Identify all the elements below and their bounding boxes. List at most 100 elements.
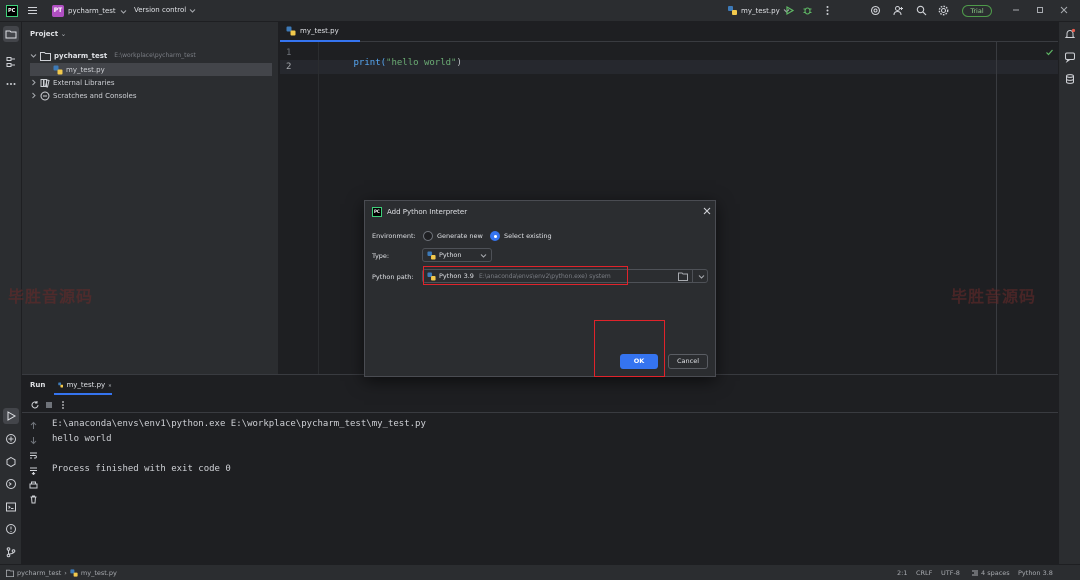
- environment-label: Environment:: [372, 232, 416, 240]
- more-actions-icon[interactable]: [822, 5, 833, 16]
- chevron-right-icon: [32, 79, 36, 86]
- run-toolbar: [22, 397, 1058, 413]
- version-control-menu[interactable]: Version control: [134, 6, 196, 14]
- print-icon[interactable]: [29, 481, 38, 490]
- browse-folder-icon[interactable]: [678, 272, 688, 281]
- line-number: 2: [286, 62, 292, 72]
- run-panel-title: Run: [30, 381, 46, 389]
- external-libraries-label: External Libraries: [53, 78, 115, 87]
- breadcrumb-project[interactable]: pycharm_test: [17, 569, 61, 577]
- more-tools-icon[interactable]: [3, 76, 19, 92]
- run-side-toolbar: [22, 415, 44, 565]
- project-folder-icon[interactable]: [3, 26, 19, 42]
- caret-position[interactable]: 2:1: [897, 569, 907, 577]
- no-problems-check-icon[interactable]: [1045, 48, 1054, 57]
- select-existing-radio[interactable]: [490, 231, 500, 241]
- breadcrumb-file[interactable]: my_test.py: [81, 569, 117, 577]
- scratches-icon: [40, 91, 50, 100]
- problems-icon[interactable]: [3, 521, 19, 537]
- code-line[interactable]: print("hello world"): [321, 48, 462, 78]
- debug-icon[interactable]: [802, 5, 813, 16]
- minimize-icon[interactable]: [1011, 5, 1021, 15]
- file-encoding[interactable]: UTF-8: [941, 569, 960, 577]
- restore-icon[interactable]: [1035, 5, 1045, 15]
- scroll-down-icon[interactable]: [29, 436, 38, 445]
- right-tool-stripe: [1058, 22, 1080, 564]
- close-tab-icon[interactable]: [108, 382, 112, 389]
- right-margin-guide: [996, 42, 997, 374]
- tree-item-file[interactable]: my_test.py: [30, 63, 272, 76]
- type-dropdown[interactable]: Python: [422, 248, 492, 262]
- close-icon[interactable]: [703, 207, 711, 215]
- editor-tab[interactable]: my_test.py: [280, 22, 360, 42]
- line-number: 1: [286, 48, 292, 58]
- chevron-down-icon: [120, 9, 127, 14]
- scroll-to-end-icon[interactable]: [29, 466, 38, 475]
- ai-chat-icon[interactable]: [1062, 49, 1078, 65]
- close-window-icon[interactable]: [1059, 5, 1069, 15]
- interpreter-indicator[interactable]: Python 3.8: [1018, 569, 1053, 577]
- title-bar: PC PT pycharm_test Version control my_te…: [0, 0, 1080, 22]
- terminal-icon[interactable]: [3, 499, 19, 515]
- console-line: Process finished with exit code 0: [52, 464, 231, 474]
- code-function: print(: [353, 58, 387, 68]
- trash-icon[interactable]: [29, 495, 38, 504]
- run-tab[interactable]: my_test.py: [54, 377, 112, 395]
- scroll-up-icon[interactable]: [29, 421, 38, 430]
- status-bar: pycharm_test › my_test.py 2:1 CRLF UTF-8…: [0, 564, 1080, 580]
- python-file-icon: [70, 569, 78, 577]
- hamburger-menu-icon[interactable]: [27, 5, 38, 16]
- editor-tab-bar: my_test.py: [280, 22, 1058, 42]
- search-icon[interactable]: [916, 5, 927, 16]
- run-icon[interactable]: [784, 5, 795, 16]
- python-file-icon: [58, 382, 64, 388]
- python-console-icon[interactable]: [3, 476, 19, 492]
- chevron-down-icon: [480, 254, 487, 258]
- chevron-down-icon: [698, 275, 705, 279]
- ok-button[interactable]: OK: [620, 354, 658, 369]
- run-config-selector[interactable]: my_test.py: [727, 5, 790, 16]
- python-packages-icon[interactable]: [3, 431, 19, 447]
- soft-wrap-icon[interactable]: [29, 451, 38, 460]
- stop-icon[interactable]: [44, 400, 54, 410]
- breadcrumb-separator-icon: ›: [64, 569, 67, 577]
- tree-item-external-libraries[interactable]: External Libraries: [22, 76, 279, 89]
- select-existing-label[interactable]: Select existing: [504, 232, 552, 240]
- python-path-label: Python path:: [372, 273, 414, 281]
- notifications-icon[interactable]: [1062, 26, 1078, 42]
- add-user-icon[interactable]: [893, 5, 904, 16]
- project-switcher[interactable]: PT pycharm_test: [52, 5, 127, 17]
- python-icon: [427, 250, 436, 260]
- generate-new-radio[interactable]: [423, 231, 433, 241]
- generate-new-label[interactable]: Generate new: [437, 232, 483, 240]
- more-options-icon[interactable]: [58, 400, 68, 410]
- file-name: my_test.py: [66, 65, 105, 74]
- settings-gear-icon[interactable]: [938, 5, 949, 16]
- rerun-icon[interactable]: [30, 400, 40, 410]
- pycharm-window: PC PT pycharm_test Version control my_te…: [0, 0, 1080, 580]
- python-file-icon: [53, 65, 63, 74]
- line-separator[interactable]: CRLF: [916, 569, 932, 577]
- run-tool-icon[interactable]: [3, 408, 19, 424]
- services-icon[interactable]: [3, 454, 19, 470]
- tree-item-project-root[interactable]: pycharm_test E:\workplace\pycharm_test: [22, 49, 279, 62]
- project-name: pycharm_test: [68, 7, 116, 15]
- gutter-separator: [318, 42, 319, 374]
- python-file-icon: [728, 6, 737, 15]
- structure-icon[interactable]: [3, 54, 19, 70]
- ai-assistant-icon[interactable]: [870, 5, 881, 16]
- cancel-button[interactable]: Cancel: [668, 354, 708, 369]
- git-icon[interactable]: [3, 544, 19, 560]
- tree-item-scratches[interactable]: Scratches and Consoles: [22, 89, 279, 102]
- path-dropdown-button[interactable]: [692, 270, 708, 282]
- library-icon: [40, 78, 50, 88]
- console-output[interactable]: E:\anaconda\envs\env1\python.exe E:\work…: [52, 417, 426, 477]
- watermark-right: 毕胜音源码: [951, 287, 1037, 306]
- project-root-name: pycharm_test: [54, 51, 108, 60]
- indent-setting[interactable]: 4 spaces: [971, 569, 1010, 577]
- project-badge: PT: [52, 5, 64, 17]
- database-icon[interactable]: [1062, 71, 1078, 87]
- trial-badge[interactable]: Trial: [962, 5, 992, 17]
- scratches-label: Scratches and Consoles: [53, 91, 137, 100]
- project-panel-header[interactable]: Project ⌄: [30, 30, 66, 38]
